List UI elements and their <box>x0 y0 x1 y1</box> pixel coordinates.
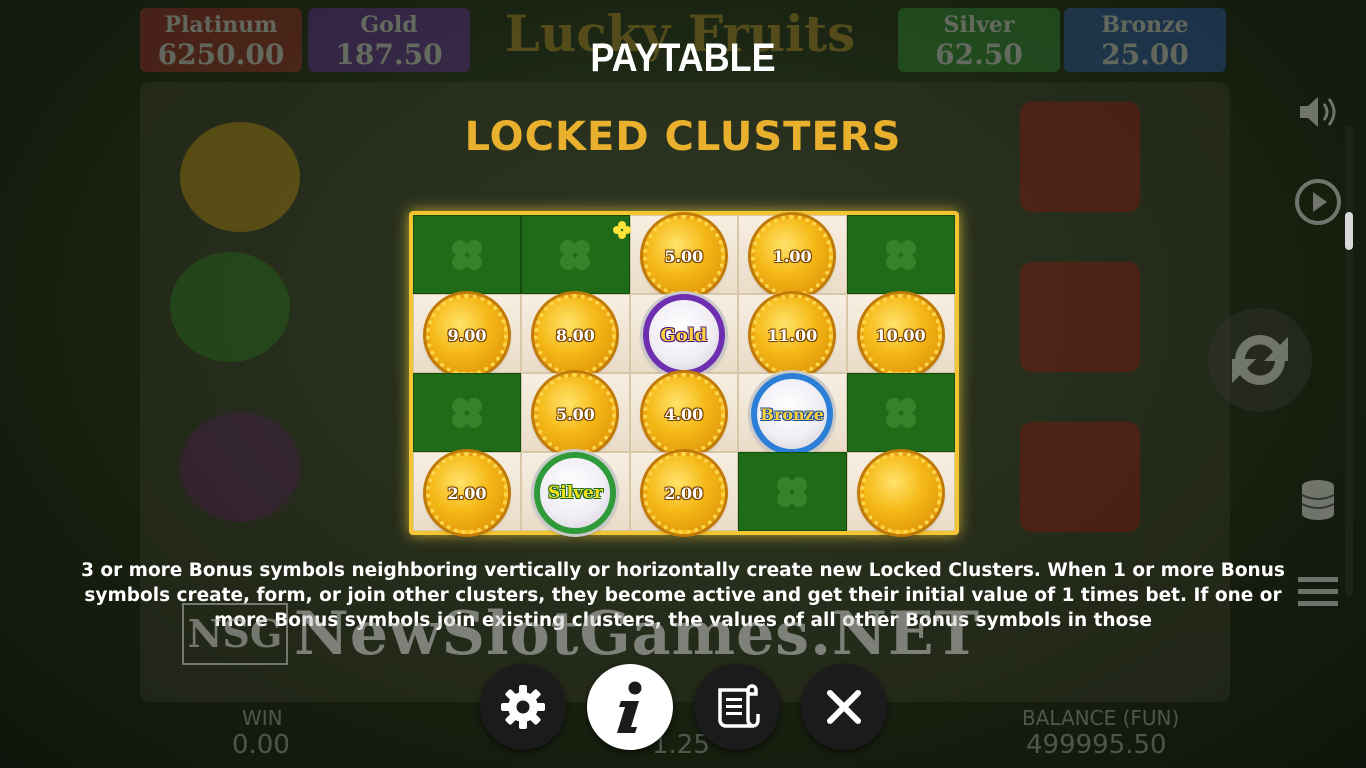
close-icon <box>827 690 861 724</box>
balance-label: BALANCE (FUN) <box>1022 706 1180 730</box>
paytable-title: PAYTABLE <box>590 36 776 80</box>
clover-icon <box>447 393 487 433</box>
grid-cell-empty <box>846 215 955 294</box>
jackpot-name: Bronze <box>1101 12 1189 38</box>
game-screen: Platinum 6250.00 Gold 187.50 Lucky Fruit… <box>0 0 1366 768</box>
clover-icon <box>881 393 921 433</box>
coin-value: 9.00 <box>447 325 487 345</box>
gold-jackpot-coin: Gold <box>642 294 725 376</box>
scroll-icon <box>718 684 760 728</box>
bronze-jackpot-coin: Bronze <box>751 373 834 455</box>
balance-value: 499995.50 <box>1026 730 1167 760</box>
info-button[interactable] <box>587 664 673 750</box>
coin-value: 10.00 <box>875 325 926 345</box>
bonus-coin: 2.00 <box>642 452 725 534</box>
coin-value: 1.00 <box>772 246 812 266</box>
grid-cell-bonus: 2.00 <box>629 452 739 534</box>
grid-cell-bonus: 5.00 <box>521 373 630 455</box>
example-grid: 5.00 1.00 9.00 8.00 Gold 11.00 10.00 5.00 4.00 Br… <box>413 215 955 534</box>
clover-icon <box>772 472 812 512</box>
jackpot-name: Silver <box>943 12 1015 38</box>
bonus-coin: 4.00 <box>642 373 725 455</box>
settings-button[interactable] <box>480 664 566 750</box>
coin-value: Gold <box>660 324 708 346</box>
grid-cell-bonus <box>846 452 955 534</box>
coin-value: Bronze <box>760 404 824 424</box>
grid-cell-bonus: 9.00 <box>413 294 522 376</box>
watermark-badge: NSG <box>182 603 288 665</box>
bonus-coin: 1.00 <box>751 215 834 297</box>
bonus-coin: 2.00 <box>426 452 508 534</box>
jackpot-name: Platinum <box>164 12 278 38</box>
grid-cell-bonus: 4.00 <box>629 373 739 455</box>
silver-jackpot-coin: Silver <box>534 452 617 534</box>
grid-cell-bonus: 5.00 <box>629 215 739 297</box>
grid-cell-empty <box>846 373 955 452</box>
grid-cell-bonus: 11.00 <box>738 294 847 376</box>
grid-cell-bonus: 8.00 <box>521 294 630 376</box>
scrollbar-track[interactable] <box>1345 126 1353 596</box>
bonus-coin <box>859 452 942 534</box>
jackpot-name: Gold <box>360 12 418 38</box>
bonus-coin: 5.00 <box>642 215 725 297</box>
plum-symbol <box>180 412 300 522</box>
grid-cell-bonus: Gold <box>629 294 739 376</box>
watermelon-symbol <box>170 252 290 362</box>
coin-value: 5.00 <box>555 404 595 424</box>
grid-cell-bonus: 1.00 <box>738 215 847 297</box>
clover-icon <box>447 235 487 275</box>
bonus-coin: 11.00 <box>751 294 834 376</box>
watermark: NSG NewSlotGames.NET <box>182 599 1192 669</box>
spin-icon[interactable] <box>1200 300 1320 420</box>
grid-cell-empty <box>738 452 847 531</box>
coin-value: 11.00 <box>767 325 818 345</box>
seven-symbol <box>1020 262 1140 372</box>
info-icon <box>617 681 642 733</box>
coin-value: Silver <box>547 483 603 503</box>
grid-cell-bonus: Bronze <box>738 373 847 455</box>
grid-cell-bonus: Silver <box>521 452 630 534</box>
gear-icon <box>501 685 545 729</box>
grid-cell-empty <box>413 373 522 452</box>
clover-icon <box>555 235 595 275</box>
bonus-coin: 8.00 <box>534 294 617 376</box>
clover-icon <box>881 235 921 275</box>
coin-value: 2.00 <box>664 483 704 503</box>
bonus-coin: 9.00 <box>426 294 508 376</box>
watermark-text: NewSlotGames.NET <box>294 599 981 669</box>
win-value: 0.00 <box>232 730 290 760</box>
seven-symbol <box>1020 422 1140 532</box>
coin-value: 2.00 <box>447 483 487 503</box>
grid-cell-empty <box>413 215 522 294</box>
close-button[interactable] <box>801 664 887 750</box>
coin-value: 8.00 <box>555 325 595 345</box>
section-title: LOCKED CLUSTERS <box>464 114 902 160</box>
win-label: WIN <box>242 706 283 730</box>
history-button[interactable] <box>694 664 780 750</box>
coins-icon[interactable] <box>1290 472 1346 528</box>
coin-value: 5.00 <box>664 246 704 266</box>
coin-value: 4.00 <box>664 404 704 424</box>
grid-cell-bonus: 10.00 <box>846 294 955 376</box>
bonus-coin: 10.00 <box>859 294 942 376</box>
scrollbar-thumb[interactable] <box>1345 212 1353 250</box>
grid-cell-bonus: 2.00 <box>413 452 522 534</box>
bonus-coin: 5.00 <box>534 373 617 455</box>
menu-icon[interactable] <box>1290 564 1346 620</box>
autoplay-icon[interactable] <box>1290 174 1346 230</box>
clover-sparkle-icon <box>613 221 631 239</box>
